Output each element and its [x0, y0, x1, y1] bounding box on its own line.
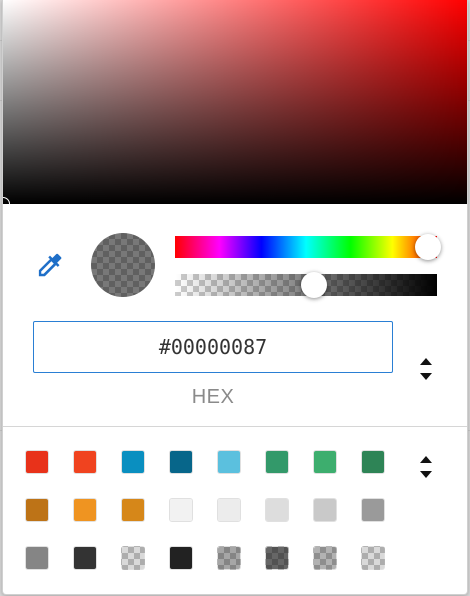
color-swatch[interactable] — [73, 498, 97, 522]
hue-gradient — [175, 236, 437, 258]
color-swatch-fill — [362, 499, 384, 521]
color-swatch[interactable] — [169, 450, 193, 474]
format-toggle-button[interactable] — [416, 352, 436, 386]
color-swatch-fill — [170, 547, 192, 569]
color-swatch-fill — [26, 451, 48, 473]
color-swatch[interactable] — [217, 450, 241, 474]
eyedropper-button[interactable] — [33, 248, 67, 282]
color-swatch-fill — [266, 451, 288, 473]
color-swatch[interactable] — [265, 546, 289, 570]
format-label: HEX — [191, 386, 235, 408]
color-swatch[interactable] — [313, 546, 337, 570]
color-swatch-fill — [26, 547, 48, 569]
up-down-arrows-icon — [420, 358, 432, 380]
color-swatch-fill — [74, 547, 96, 569]
color-swatch[interactable] — [73, 450, 97, 474]
color-swatch[interactable] — [121, 546, 145, 570]
color-swatch[interactable] — [25, 498, 49, 522]
alpha-slider[interactable] — [175, 272, 437, 298]
color-swatch-fill — [218, 547, 240, 569]
color-swatch[interactable] — [25, 450, 49, 474]
hue-slider[interactable] — [175, 234, 441, 260]
color-swatch[interactable] — [313, 498, 337, 522]
color-swatch-fill — [170, 499, 192, 521]
eyedropper-icon — [38, 253, 62, 277]
color-swatch[interactable] — [361, 546, 385, 570]
color-preview-fill — [91, 233, 155, 297]
color-swatch[interactable] — [217, 498, 241, 522]
color-swatch-fill — [362, 451, 384, 473]
hex-input[interactable] — [33, 321, 393, 373]
color-swatch[interactable] — [121, 450, 145, 474]
color-swatch-fill — [218, 499, 240, 521]
color-swatch-fill — [218, 451, 240, 473]
color-swatch[interactable] — [217, 546, 241, 570]
color-swatch[interactable] — [73, 546, 97, 570]
color-swatch-fill — [122, 547, 144, 569]
section-divider — [3, 426, 467, 427]
color-swatch[interactable] — [361, 498, 385, 522]
color-swatch-fill — [170, 451, 192, 473]
color-swatch-fill — [26, 499, 48, 521]
color-swatch-fill — [74, 499, 96, 521]
saturation-brightness-area[interactable] — [3, 0, 467, 211]
color-preview — [91, 233, 155, 297]
saturation-cursor[interactable] — [3, 197, 10, 211]
color-swatch[interactable] — [121, 498, 145, 522]
color-swatch-fill — [314, 499, 336, 521]
swatch-page-toggle[interactable] — [416, 450, 436, 484]
swatch-grid — [25, 450, 405, 570]
color-swatch-fill — [266, 547, 288, 569]
hue-slider-thumb[interactable] — [415, 234, 441, 260]
color-swatch[interactable] — [265, 450, 289, 474]
color-swatch-fill — [74, 451, 96, 473]
color-swatch[interactable] — [169, 498, 193, 522]
color-swatch[interactable] — [361, 450, 385, 474]
color-swatch[interactable] — [169, 546, 193, 570]
color-picker-popover: HEX — [2, 0, 468, 595]
color-swatch-fill — [314, 451, 336, 473]
color-swatch-fill — [362, 547, 384, 569]
color-swatch-fill — [314, 547, 336, 569]
color-swatch[interactable] — [313, 450, 337, 474]
color-swatch-fill — [122, 499, 144, 521]
color-swatch[interactable] — [265, 498, 289, 522]
color-swatch[interactable] — [25, 546, 49, 570]
up-down-arrows-icon — [420, 456, 432, 478]
color-swatch-fill — [122, 451, 144, 473]
color-swatch-fill — [266, 499, 288, 521]
alpha-slider-thumb[interactable] — [300, 272, 327, 298]
